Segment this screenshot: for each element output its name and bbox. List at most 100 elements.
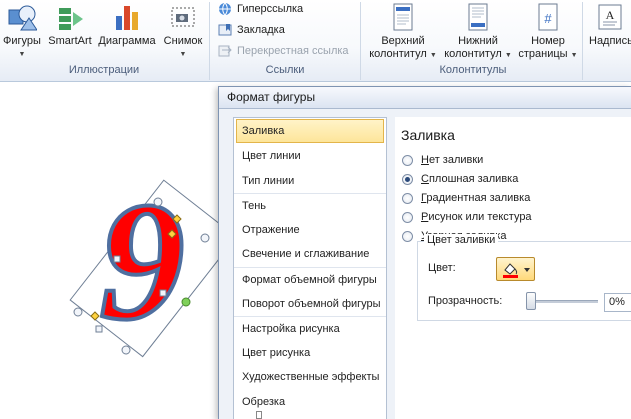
textbox-label: Надпись xyxy=(589,35,631,47)
radio-solid-fill[interactable] xyxy=(402,173,413,185)
resize-handle[interactable] xyxy=(95,325,103,333)
no-fill-label: Нет заливки xyxy=(421,154,484,166)
chart-label: Диаграмма xyxy=(98,35,156,47)
group-divider xyxy=(582,2,583,80)
gradient-fill-option[interactable]: Градиентная заливка xyxy=(402,189,530,207)
hyperlink-label: Гиперссылка xyxy=(237,3,304,15)
category-fill[interactable]: Заливка xyxy=(236,119,384,143)
chevron-down-icon: ▼ xyxy=(179,51,187,58)
fill-panel: Заливка Нет заливки Сплошная заливка Гра… xyxy=(395,117,631,419)
radio-picture-texture-fill[interactable] xyxy=(402,211,413,223)
picture-texture-fill-option[interactable]: Рисунок или текстура xyxy=(402,208,532,226)
page-marker xyxy=(256,411,262,419)
color-label: Цвет: xyxy=(428,262,456,274)
hyperlink-button[interactable]: Гиперссылка xyxy=(218,0,303,18)
header-icon xyxy=(388,2,418,32)
category-line-color[interactable]: Цвет линии xyxy=(234,144,386,169)
dialog-title: Формат фигуры xyxy=(219,87,631,109)
svg-text:A: A xyxy=(606,8,615,22)
footer-button[interactable]: Нижний колонтитул ▼ xyxy=(440,2,516,62)
group-divider xyxy=(209,2,210,80)
chevron-down-icon: ▼ xyxy=(18,51,26,58)
category-glow-soft-edges[interactable]: Свечение и сглаживание xyxy=(234,242,386,267)
gradient-fill-label: Градиентная заливка xyxy=(421,192,531,204)
page-number-label-line2: страницы xyxy=(518,48,568,60)
shape-glyph: 9 xyxy=(100,167,185,355)
header-footer-group-label: Колонтитулы xyxy=(439,64,507,76)
transparency-input[interactable]: 0% xyxy=(604,293,631,312)
resize-handle[interactable] xyxy=(159,289,167,297)
solid-fill-label: Сплошная заливка xyxy=(421,173,519,185)
solid-fill-option[interactable]: Сплошная заливка xyxy=(402,170,518,188)
illustrations-group-label: Иллюстрации xyxy=(68,64,140,76)
bookmark-label: Закладка xyxy=(237,24,285,36)
links-group-label: Ссылки xyxy=(265,64,305,76)
ribbon: Фигуры ▼ SmartArt Диаграмма Снимок ▼ Илл… xyxy=(0,0,631,82)
hyperlink-icon xyxy=(218,2,232,16)
radio-no-fill[interactable] xyxy=(402,154,413,166)
footer-label-line1: Нижний xyxy=(458,35,498,47)
chevron-down-icon: ▼ xyxy=(429,52,437,59)
header-label-line1: Верхний xyxy=(381,35,425,47)
resize-handle[interactable] xyxy=(113,255,121,263)
textbox-button[interactable]: A Надпись ▼ xyxy=(587,2,631,49)
header-button[interactable]: Верхний колонтитул ▼ xyxy=(367,2,439,62)
fill-color-picker[interactable] xyxy=(496,257,535,281)
rotate-handle[interactable] xyxy=(181,297,191,307)
category-picture-corrections[interactable]: Настройка рисунка xyxy=(234,316,386,341)
bookmark-icon xyxy=(218,23,232,37)
transparency-slider-thumb[interactable] xyxy=(526,292,536,310)
chevron-down-icon xyxy=(524,268,530,272)
smartart-label: SmartArt xyxy=(48,35,92,47)
radio-pattern-fill[interactable] xyxy=(402,230,413,242)
cross-reference-icon xyxy=(218,44,232,58)
category-artistic-effects[interactable]: Художественные эффекты xyxy=(234,365,386,390)
chart-icon xyxy=(112,2,142,32)
shapes-button[interactable]: Фигуры ▼ xyxy=(0,2,44,61)
screenshot-button[interactable]: Снимок ▼ xyxy=(160,2,206,61)
resize-handle[interactable] xyxy=(73,307,83,317)
group-divider xyxy=(360,2,361,80)
page-number-icon: # xyxy=(533,2,563,32)
cross-reference-label: Перекрестная ссылка xyxy=(237,45,349,57)
transparency-slider-track[interactable] xyxy=(528,300,598,303)
screenshot-icon xyxy=(168,2,198,32)
category-reflection[interactable]: Отражение xyxy=(234,218,386,243)
radio-gradient-fill[interactable] xyxy=(402,192,413,204)
category-line-style[interactable]: Тип линии xyxy=(234,169,386,194)
textbox-icon: A xyxy=(595,2,625,32)
category-picture-color[interactable]: Цвет рисунка xyxy=(234,341,386,366)
shapes-label: Фигуры xyxy=(3,35,41,47)
page-number-label-line1: Номер xyxy=(531,35,565,47)
fill-color-group-label: Цвет заливки xyxy=(424,234,499,246)
format-shape-dialog: Формат фигуры Заливка Цвет линии Тип лин… xyxy=(218,86,631,419)
adjust-handle[interactable] xyxy=(90,311,100,321)
smartart-button[interactable]: SmartArt xyxy=(46,2,94,48)
shapes-icon xyxy=(7,2,38,32)
resize-handle[interactable] xyxy=(153,197,163,207)
cross-reference-button[interactable]: Перекрестная ссылка xyxy=(218,42,349,60)
fill-color-group: Цвет заливки Цвет: Прозрачность: 0% xyxy=(417,234,631,321)
transparency-label: Прозрачность: xyxy=(428,295,503,307)
footer-label-line2: колонтитул xyxy=(444,48,502,60)
resize-handle[interactable] xyxy=(200,233,210,243)
color-swatch xyxy=(503,275,518,278)
chevron-down-icon: ▼ xyxy=(504,52,512,59)
page-number-button[interactable]: # Номер страницы ▼ xyxy=(518,2,578,62)
header-label-line2: колонтитул xyxy=(369,48,427,60)
bookmark-button[interactable]: Закладка xyxy=(218,21,285,39)
selected-shape[interactable]: 9 xyxy=(60,150,220,360)
paint-bucket-icon xyxy=(504,263,518,275)
chevron-down-icon: ▼ xyxy=(570,52,578,59)
resize-handle[interactable] xyxy=(121,345,131,355)
panel-title: Заливка xyxy=(401,127,455,143)
chart-button[interactable]: Диаграмма xyxy=(96,2,158,48)
picture-texture-fill-label: Рисунок или текстура xyxy=(421,211,532,223)
category-3d-rotation[interactable]: Поворот объемной фигуры xyxy=(234,292,386,317)
footer-icon xyxy=(463,2,493,32)
no-fill-option[interactable]: Нет заливки xyxy=(402,151,483,169)
svg-text:#: # xyxy=(544,11,552,26)
category-3d-format[interactable]: Формат объемной фигуры xyxy=(234,266,386,292)
screenshot-label: Снимок xyxy=(163,35,203,47)
category-shadow[interactable]: Тень xyxy=(234,193,386,218)
